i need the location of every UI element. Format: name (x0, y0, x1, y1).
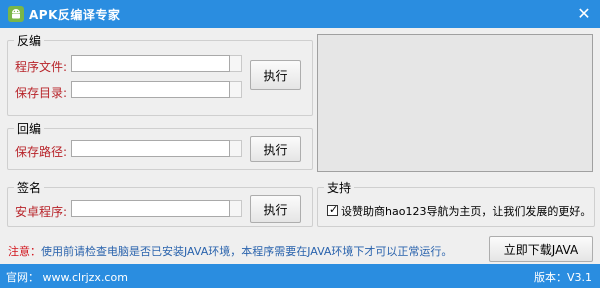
output-panel (317, 34, 593, 172)
checkmark-icon: ✓ (329, 203, 339, 216)
homepage-checkbox[interactable]: ✓ (327, 203, 339, 216)
version-label: 版本：V3.1 (533, 271, 592, 284)
notice-line: 注意：使用前请检查电脑是否已安装JAVA环境，本程序需要在JAVA环境下才可以正… (8, 243, 452, 259)
notice-prefix: 注意： (8, 245, 41, 258)
decompile-execute-button[interactable]: 执行 (250, 60, 301, 90)
apk-input-tail (230, 200, 242, 217)
save-path-input[interactable] (71, 140, 230, 157)
program-file-input[interactable] (71, 55, 230, 72)
status-bar: 官网： www.clrjzx.com 版本：V3.1 (0, 264, 600, 288)
program-file-label: 程序文件: (15, 60, 68, 74)
title-bar: APK反编译专家 ✕ (0, 0, 600, 28)
notice-text: 使用前请检查电脑是否已安装JAVA环境，本程序需要在JAVA环境下才可以正常运行… (41, 245, 453, 258)
save-dir-input[interactable] (71, 81, 230, 98)
window-title: APK反编译专家 (29, 8, 121, 22)
download-java-button[interactable]: 立即下载JAVA (489, 236, 593, 262)
program-file-input-tail (230, 55, 242, 72)
save-path-input-tail (230, 140, 242, 157)
apk-input[interactable] (71, 200, 230, 217)
android-icon (8, 6, 24, 22)
apk-label: 安卓程序: (15, 205, 68, 219)
recompile-execute-button[interactable]: 执行 (250, 136, 301, 162)
decompile-group-label: 反编 (17, 34, 42, 48)
save-path-label: 保存路径: (15, 145, 68, 159)
save-dir-label: 保存目录: (15, 86, 68, 100)
save-dir-input-tail (230, 81, 242, 98)
sign-group-label: 签名 (17, 181, 42, 195)
website-link[interactable]: 官网： www.clrjzx.com (6, 269, 128, 285)
support-group-label: 支持 (327, 181, 352, 195)
recompile-group-label: 回编 (17, 122, 42, 136)
sign-execute-button[interactable]: 执行 (250, 195, 301, 223)
client-area: 反编 程序文件: 保存目录: 执行 回编 保存路径: 执行 签名 安卓程序: 执… (0, 28, 600, 264)
homepage-checkbox-label[interactable]: 设赞助商hao123导航为主页，让我们发展的更好。 (341, 203, 591, 219)
close-icon[interactable]: ✕ (574, 4, 594, 24)
